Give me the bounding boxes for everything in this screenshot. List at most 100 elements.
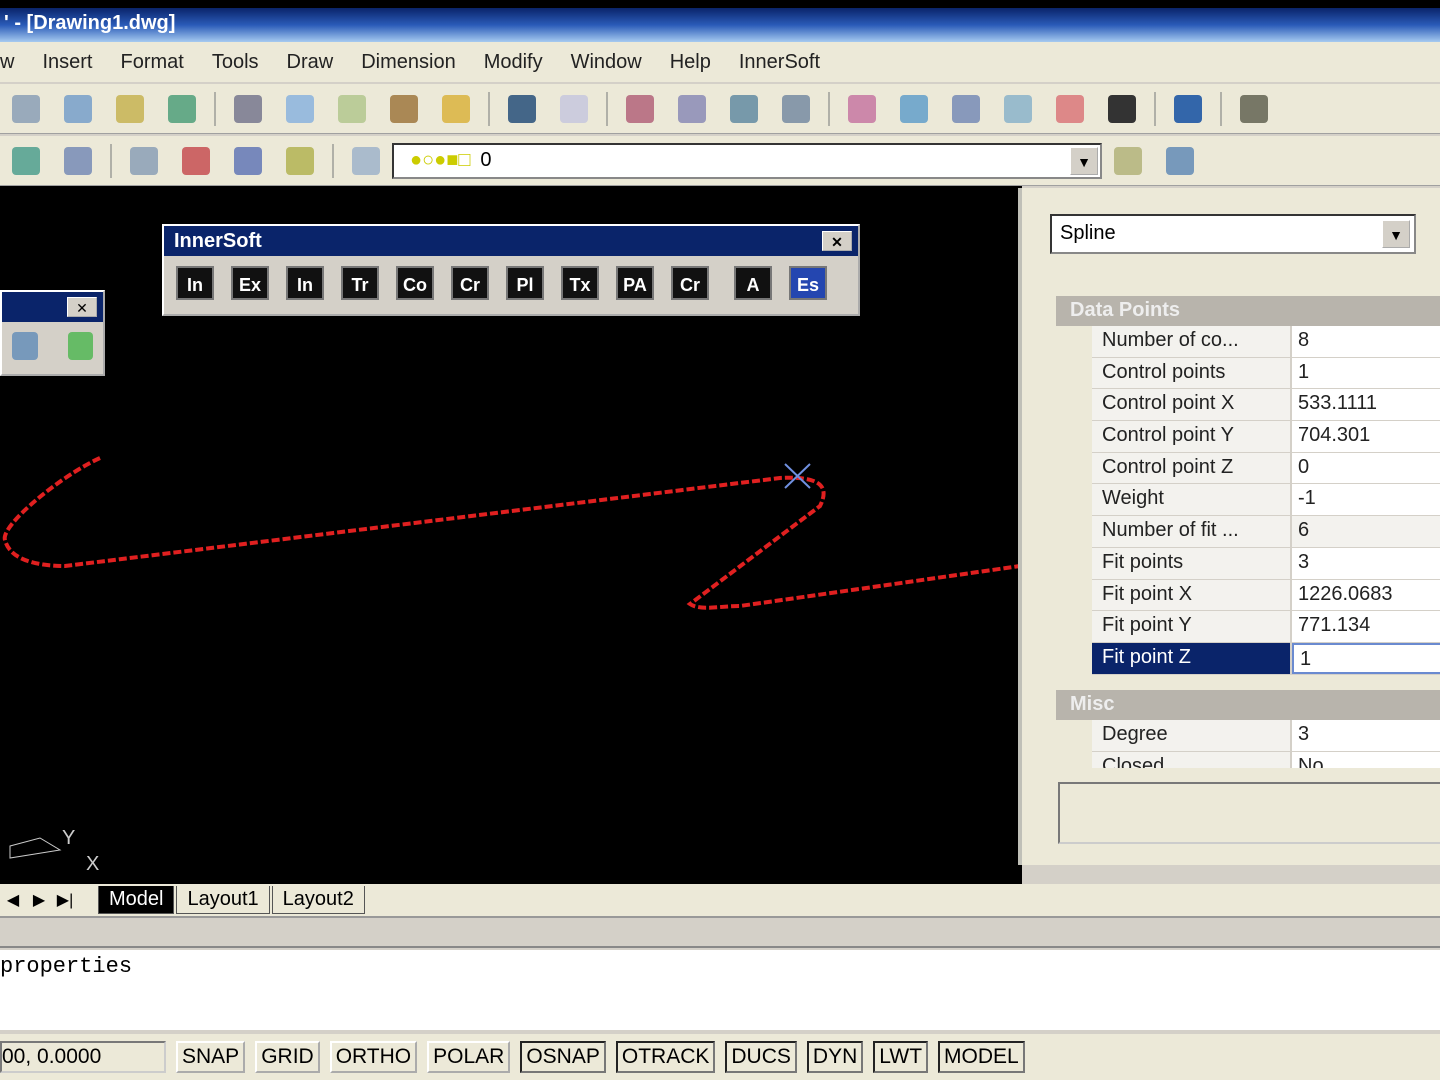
print-preview-icon[interactable] xyxy=(64,94,92,123)
cut-icon[interactable] xyxy=(234,94,262,123)
property-value[interactable]: 1 xyxy=(1292,357,1440,389)
menu-tools[interactable]: Tools xyxy=(212,51,259,74)
redo-icon[interactable] xyxy=(560,94,588,123)
ortho-toggle[interactable]: ORTHO xyxy=(329,1041,418,1073)
category-data-points[interactable]: Data Points xyxy=(1056,296,1440,326)
layer-previous-icon[interactable] xyxy=(1114,146,1142,175)
property-value[interactable]: -1 xyxy=(1292,484,1440,516)
next-tab-icon[interactable]: ▶ xyxy=(26,890,52,910)
menu-draw[interactable]: Draw xyxy=(287,51,334,74)
text-style-icon[interactable] xyxy=(1240,94,1268,123)
menu-dimension[interactable]: Dimension xyxy=(361,51,455,74)
block-editor-icon[interactable] xyxy=(442,94,470,123)
undo-icon[interactable] xyxy=(508,94,536,123)
property-row[interactable]: Number of fit ... 6 xyxy=(1092,516,1440,548)
layer-isolate-icon[interactable] xyxy=(234,146,262,175)
category-misc[interactable]: Misc xyxy=(1056,690,1440,720)
orbit-free-icon[interactable] xyxy=(67,332,93,360)
property-value[interactable]: 533.1111 xyxy=(1292,389,1440,421)
chevron-down-icon[interactable]: ▼ xyxy=(1070,146,1098,175)
layer-off-icon[interactable] xyxy=(182,146,210,175)
markup-icon[interactable] xyxy=(1056,94,1084,123)
innersoft-button[interactable]: Ex xyxy=(231,266,269,300)
zoom-realtime-icon[interactable] xyxy=(678,94,706,123)
osnap-toggle[interactable]: OSNAP xyxy=(520,1041,606,1073)
menu-innersoft[interactable]: InnerSoft xyxy=(739,51,820,74)
menu-window[interactable]: Window xyxy=(571,51,642,74)
lwt-toggle[interactable]: LWT xyxy=(873,1041,929,1073)
property-value[interactable]: 1226.0683 xyxy=(1292,579,1440,611)
innersoft-button[interactable]: Cr xyxy=(451,266,489,300)
innersoft-button[interactable]: Pl xyxy=(506,266,544,300)
grid-toggle[interactable]: GRID xyxy=(255,1041,320,1073)
close-icon[interactable]: ✕ xyxy=(67,297,97,317)
match-properties-icon[interactable] xyxy=(390,94,418,123)
menu-help[interactable]: Help xyxy=(670,51,711,74)
toolbar-titlebar[interactable]: ✕ xyxy=(2,292,103,322)
property-value[interactable]: 3 xyxy=(1292,547,1440,579)
fit-point-z-input[interactable]: 1 xyxy=(1292,642,1440,674)
property-row[interactable]: Fit point X 1226.0683 xyxy=(1092,579,1440,612)
property-value[interactable]: No xyxy=(1292,751,1440,768)
property-row[interactable]: Number of co... 8 xyxy=(1092,326,1440,358)
innersoft-button[interactable]: A xyxy=(734,266,772,300)
property-row[interactable]: Fit points 3 xyxy=(1092,547,1440,580)
plot-icon[interactable] xyxy=(168,94,196,123)
ducs-toggle[interactable]: DUCS xyxy=(725,1041,797,1073)
menu-modify[interactable]: Modify xyxy=(484,51,543,74)
layer-states-icon[interactable] xyxy=(64,146,92,175)
innersoft-button[interactable]: In xyxy=(176,266,214,300)
property-row[interactable]: Weight -1 xyxy=(1092,484,1440,517)
save-icon[interactable] xyxy=(12,94,40,123)
calculator-icon[interactable] xyxy=(1108,94,1136,123)
zoom-previous-icon[interactable] xyxy=(782,94,810,123)
innersoft-button[interactable]: PA xyxy=(616,266,654,300)
property-row[interactable]: Degree 3 xyxy=(1092,720,1440,752)
layer-dropdown[interactable]: ●○●■□ 0 ▼ xyxy=(392,142,1102,179)
model-toggle[interactable]: MODEL xyxy=(938,1041,1025,1073)
menu-format[interactable]: Format xyxy=(120,51,183,74)
layer-freeze-icon[interactable] xyxy=(286,146,314,175)
property-value[interactable]: 0 xyxy=(1292,452,1440,484)
layer-previous-icon[interactable] xyxy=(130,146,158,175)
snap-toggle[interactable]: SNAP xyxy=(176,1041,246,1073)
property-row[interactable]: Fit point Y 771.134 xyxy=(1092,611,1440,643)
chevron-down-icon[interactable]: ▼ xyxy=(1382,220,1410,248)
property-row[interactable]: Control point X 533.1111 xyxy=(1092,389,1440,422)
first-tab-icon[interactable]: ◀ xyxy=(0,890,26,910)
dyn-toggle[interactable]: DYN xyxy=(806,1041,864,1073)
innersoft-button[interactable]: Co xyxy=(396,266,434,300)
innersoft-button[interactable]: Tr xyxy=(341,266,379,300)
command-line[interactable]: properties xyxy=(0,950,1440,1030)
property-row-selected[interactable]: Fit point Z1 xyxy=(1092,642,1440,675)
publish-icon[interactable] xyxy=(116,94,144,123)
zoom-window-icon[interactable] xyxy=(730,94,758,123)
properties-icon[interactable] xyxy=(848,94,876,123)
copy-icon[interactable] xyxy=(286,94,314,123)
property-row[interactable]: Closed No xyxy=(1092,751,1440,768)
property-row[interactable]: Control point Z0 xyxy=(1092,452,1440,485)
otrack-toggle[interactable]: OTRACK xyxy=(615,1041,716,1073)
design-center-icon[interactable] xyxy=(900,94,928,123)
tab-layout2[interactable]: Layout2 xyxy=(271,886,365,914)
help-icon[interactable] xyxy=(1174,94,1202,123)
property-row[interactable]: Control point Y 704.301 xyxy=(1092,421,1440,453)
menu-view[interactable]: w xyxy=(0,51,14,74)
paste-icon[interactable] xyxy=(338,94,366,123)
polar-toggle[interactable]: POLAR xyxy=(427,1041,511,1073)
make-current-layer-icon[interactable] xyxy=(352,146,380,175)
layer-manager-icon[interactable] xyxy=(12,146,40,175)
tool-palettes-icon[interactable] xyxy=(952,94,980,123)
tab-layout1[interactable]: Layout1 xyxy=(176,886,270,914)
menu-insert[interactable]: Insert xyxy=(42,51,92,74)
innersoft-button[interactable]: Es xyxy=(789,266,827,300)
orbit-icon[interactable] xyxy=(12,332,38,360)
sheet-set-icon[interactable] xyxy=(1004,94,1032,123)
pan-icon[interactable] xyxy=(626,94,654,123)
close-icon[interactable]: ✕ xyxy=(822,231,852,251)
tab-model[interactable]: Model xyxy=(98,886,175,914)
last-tab-icon[interactable]: ▶| xyxy=(52,890,78,910)
object-type-dropdown[interactable]: Spline ▼ xyxy=(1050,214,1416,254)
toolbar-titlebar[interactable]: InnerSoft ✕ xyxy=(164,226,858,256)
property-value[interactable]: 3 xyxy=(1292,720,1440,751)
